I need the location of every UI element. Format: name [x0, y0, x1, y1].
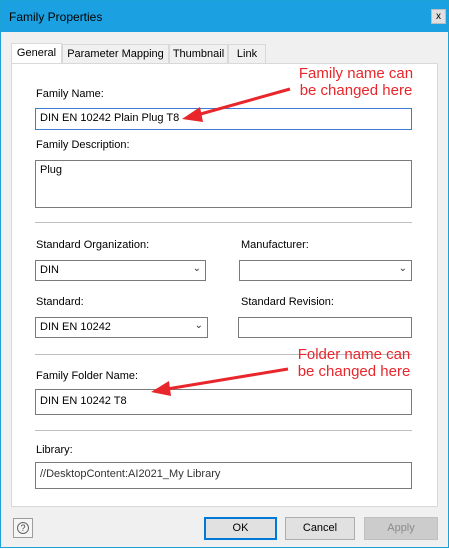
- folder-name-annotation-line2: be changed here: [297, 363, 411, 380]
- standard-select[interactable]: DIN EN 10242 ⌄: [35, 317, 208, 338]
- manufacturer-label: Manufacturer:: [241, 239, 309, 251]
- library-label: Library:: [36, 444, 73, 456]
- chevron-down-icon: ⌄: [192, 263, 201, 274]
- standard-organization-select[interactable]: DIN ⌄: [35, 260, 206, 281]
- family-properties-dialog: Family Properties x General Parameter Ma…: [0, 0, 449, 548]
- tab-general[interactable]: General: [11, 43, 62, 64]
- family-name-label: Family Name:: [36, 88, 104, 100]
- title-bar[interactable]: Family Properties x: [1, 1, 448, 32]
- family-description-field[interactable]: Plug: [35, 160, 412, 208]
- separator: [35, 430, 412, 431]
- family-name-annotation: Family name can be changed here: [281, 65, 431, 99]
- family-folder-name-field[interactable]: DIN EN 10242 T8: [35, 389, 412, 415]
- help-button[interactable]: ?: [13, 518, 33, 538]
- apply-button[interactable]: Apply: [364, 517, 438, 540]
- tab-thumbnail[interactable]: Thumbnail: [169, 44, 228, 63]
- cancel-button[interactable]: Cancel: [285, 517, 355, 540]
- folder-name-annotation-line1: Folder name can: [297, 346, 411, 363]
- library-field[interactable]: //DesktopContent:AI2021_My Library: [35, 462, 412, 489]
- family-name-annotation-line2: be changed here: [299, 82, 413, 99]
- help-icon: ?: [17, 522, 29, 534]
- standard-organization-label: Standard Organization:: [36, 239, 150, 251]
- family-name-annotation-line1: Family name can: [298, 65, 414, 82]
- family-name-field[interactable]: DIN EN 10242 Plain Plug T8: [35, 108, 412, 130]
- standard-organization-value: DIN: [40, 264, 59, 276]
- standard-revision-field[interactable]: [238, 317, 412, 338]
- chevron-down-icon: ⌄: [398, 263, 407, 274]
- chevron-down-icon: ⌄: [194, 320, 203, 331]
- separator: [35, 222, 412, 223]
- manufacturer-select[interactable]: ⌄: [239, 260, 412, 281]
- close-button[interactable]: x: [431, 9, 446, 24]
- standard-label: Standard:: [36, 296, 84, 308]
- family-description-label: Family Description:: [36, 139, 130, 151]
- family-folder-name-label: Family Folder Name:: [36, 370, 139, 382]
- standard-revision-label: Standard Revision:: [241, 296, 334, 308]
- dialog-title: Family Properties: [9, 10, 103, 24]
- tab-link[interactable]: Link: [228, 44, 266, 63]
- ok-button[interactable]: OK: [204, 517, 277, 540]
- standard-value: DIN EN 10242: [40, 321, 111, 333]
- folder-name-annotation: Folder name can be changed here: [279, 346, 429, 380]
- tab-parameter-mapping[interactable]: Parameter Mapping: [62, 44, 169, 63]
